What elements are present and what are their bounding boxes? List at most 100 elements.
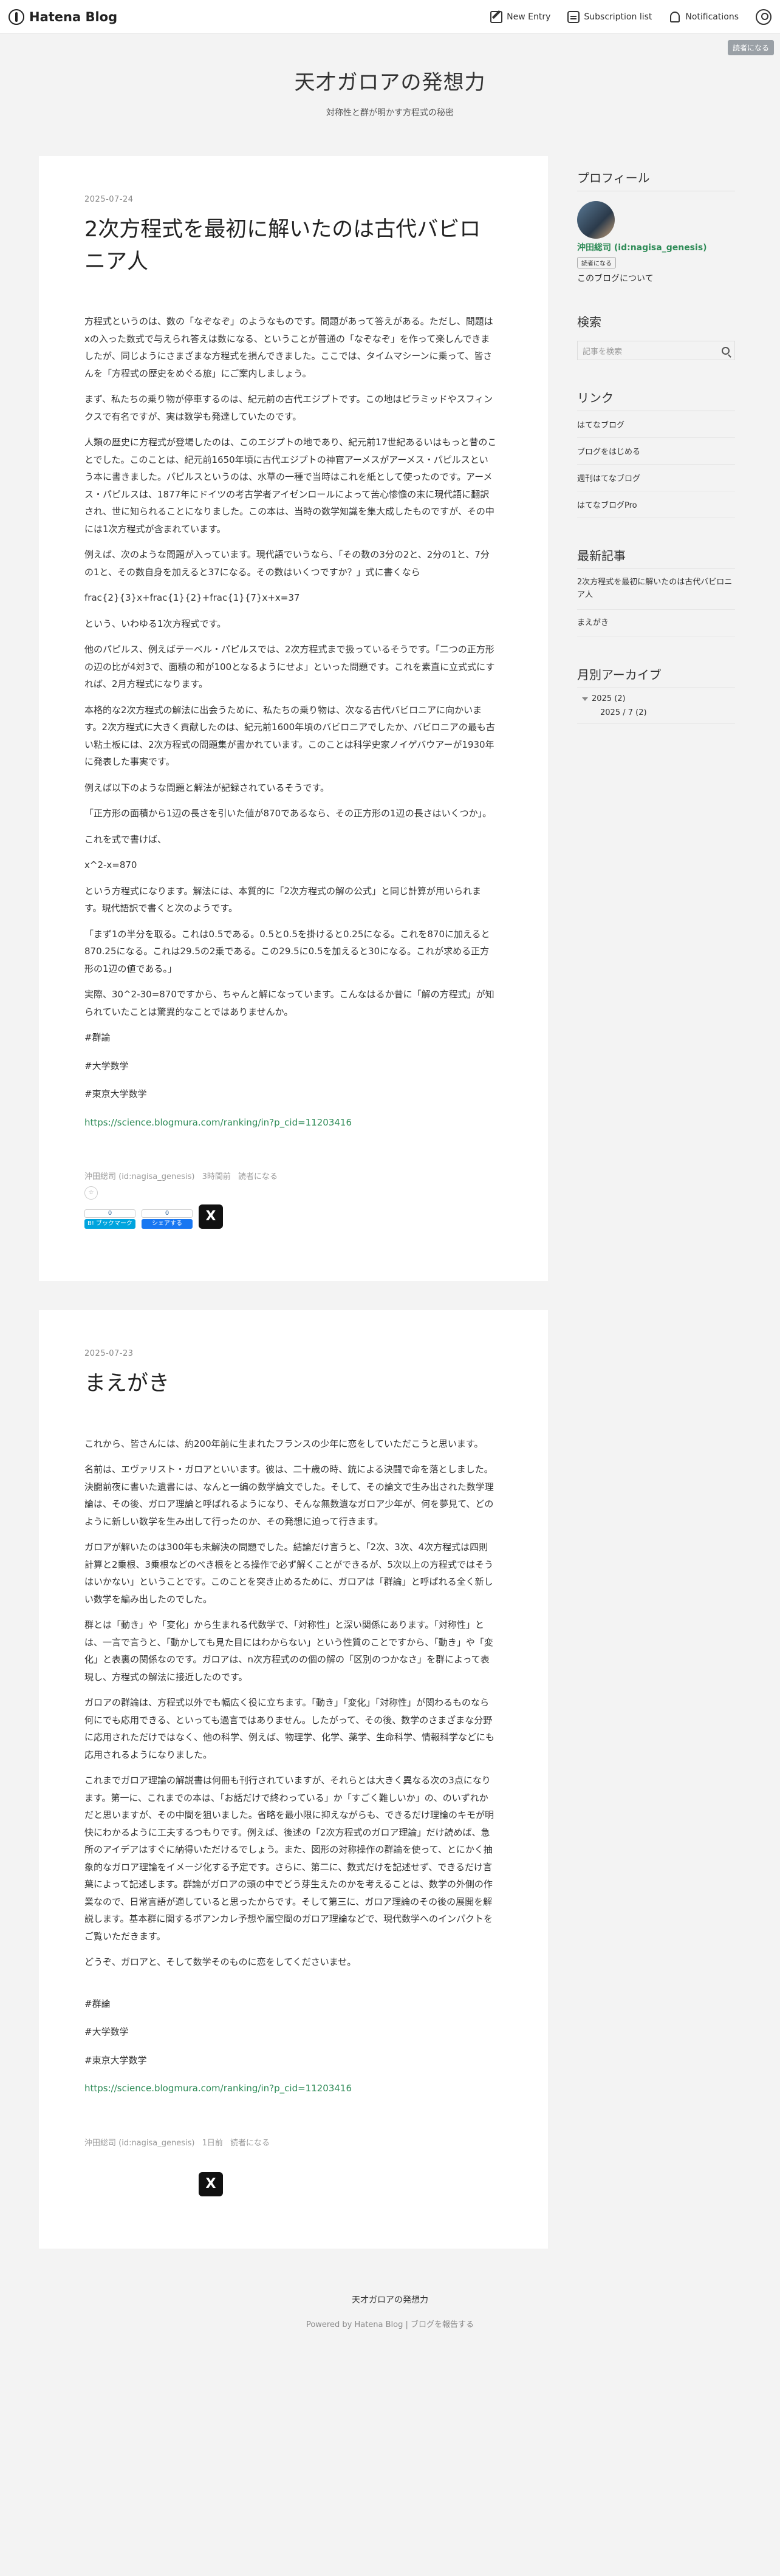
search-placeholder: 記事を検索 (583, 347, 623, 357)
link-item[interactable]: ブログをはじめる (577, 438, 735, 465)
recent-list: 2次方程式を最初に解いたのは古代バビロニア人 まえがき (577, 569, 735, 638)
bookmark-count: 0 (84, 1209, 135, 1218)
subscribe-badge[interactable]: 読者になる (727, 40, 774, 55)
sidebar: プロフィール 沖田総司 (id:nagisa_genesis) 読者になる この… (577, 156, 735, 752)
hashtag[interactable]: #群論 (84, 1995, 497, 2013)
entry-body: これから、皆さんには、約200年前に生まれたフランスの少年に恋をしていただこうと… (84, 1435, 497, 2097)
subscribe-link[interactable]: 読者になる (230, 2139, 270, 2148)
hashtag[interactable]: #大学数学 (84, 2023, 497, 2041)
paragraph: という方程式になります。解法には、本質的に「2次方程式の解の公式」と同じ計算が用… (84, 885, 482, 914)
time-ago[interactable]: 3時間前 (202, 1172, 231, 1181)
entry-meta: 沖田総司 (id:nagisa_genesis) 1日前 読者になる (84, 2136, 497, 2148)
new-entry-label: New Entry (507, 12, 551, 22)
paragraph: 例えば、次のような問題が入っています。現代語でいうなら、「その数の3分の2と、2… (84, 549, 490, 578)
ranking-link[interactable]: https://science.blogmura.com/ranking/in?… (84, 2083, 352, 2094)
entry-meta: 沖田総司 (id:nagisa_genesis) 3時間前 読者になる (84, 1170, 497, 1181)
avatar[interactable] (577, 201, 615, 239)
archive-module: 月別アーカイブ 2025 (2) 2025 / 7 (2) (577, 665, 735, 725)
paragraph: どうぞ、ガロアと、そして数学そのものに恋をしてくださいませ。 (84, 1956, 357, 1967)
hatena-blog-logo[interactable]: Hatena Blog (9, 9, 117, 25)
entry-title[interactable]: 2次方程式を最初に解いたのは古代バビロニア人 (84, 214, 497, 278)
bell-icon (670, 11, 680, 22)
logo-text: Hatena Blog (29, 9, 118, 24)
star-icon[interactable]: ☆ (84, 1186, 98, 1200)
main-column: 2025-07-24 2次方程式を最初に解いたのは古代バビロニア人 方程式という… (39, 156, 548, 2278)
time-ago[interactable]: 1日前 (202, 2139, 223, 2148)
recent-title: 最新記事 (577, 546, 735, 569)
paragraph: 群とは「動き」や「変化」から生まれる代数学で、「対称性」と深い関係にあります。「… (84, 1619, 493, 1683)
recent-entry-link[interactable]: まえがき (577, 610, 735, 638)
archive-year-label: 2025 (2) (592, 694, 626, 704)
paragraph: 方程式というのは、数の「なぞなぞ」のようなものです。問題があって答えがある。ただ… (84, 316, 493, 379)
blog-title[interactable]: 天才ガロアの発想力 (0, 66, 780, 95)
hashtag[interactable]: #群論 (84, 1029, 497, 1047)
author-link[interactable]: 沖田総司 (id:nagisa_genesis) (84, 2139, 194, 2148)
author-link[interactable]: 沖田総司 (id:nagisa_genesis) (84, 1172, 194, 1181)
notifications-label: Notifications (685, 12, 739, 22)
profile-module: プロフィール 沖田総司 (id:nagisa_genesis) 読者になる この… (577, 168, 735, 284)
search-input[interactable]: 記事を検索 (577, 341, 735, 360)
hashtag[interactable]: #東京大学数学 (84, 1085, 497, 1103)
user-menu-button[interactable] (756, 9, 771, 25)
search-icon[interactable] (722, 346, 730, 355)
paragraph: これから、皆さんには、約200年前に生まれたフランスの少年に恋をしていただこうと… (84, 1438, 484, 1449)
about-blog-link[interactable]: このブログについて (577, 272, 735, 284)
search-module: 検索 記事を検索 (577, 312, 735, 360)
entry-date[interactable]: 2025-07-23 (84, 1349, 497, 1358)
x-share-button[interactable]: X (199, 2171, 223, 2196)
user-icon (756, 9, 771, 25)
subscription-list-button[interactable]: Subscription list (567, 10, 652, 23)
entry-footer: 沖田総司 (id:nagisa_genesis) 1日前 読者になる X (84, 2136, 497, 2196)
facebook-count: 0 (142, 1209, 193, 1218)
formula: frac{2}{3}x+frac{1}{2}+frac{1}{7}x+x=37 (84, 592, 300, 603)
entry-article: 2025-07-23 まえがき これから、皆さんには、約200年前に生まれたフラ… (39, 1310, 548, 2249)
top-nav: New Entry Subscription list Notification… (490, 9, 771, 25)
hashtag[interactable]: #大学数学 (84, 1057, 497, 1075)
blog-description: 対称性と群が明かす方程式の秘密 (326, 108, 454, 118)
x-share-button[interactable]: X (199, 1204, 223, 1229)
paragraph: 実際、30^2-30=870ですから、ちゃんと解になっています。こんなはるか昔に… (84, 989, 494, 1017)
ranking-link[interactable]: https://science.blogmura.com/ranking/in?… (84, 1117, 352, 1128)
paragraph: という、いわゆる1次方程式です。 (84, 618, 227, 629)
link-item[interactable]: はてなブログPro (577, 491, 735, 518)
chevron-down-icon[interactable] (582, 697, 588, 702)
link-item[interactable]: 週刊はてなブログ (577, 465, 735, 491)
links-module: リンク はてなブログ ブログをはじめる 週刊はてなブログ はてなブログPro (577, 388, 735, 518)
subscribe-link[interactable]: 読者になる (238, 1172, 278, 1181)
paragraph: まず、私たちの乗り物が停車するのは、紀元前の古代エジプトです。この地はピラミッド… (84, 394, 493, 422)
new-entry-button[interactable]: New Entry (490, 10, 551, 23)
hatena-logo-icon (9, 9, 24, 25)
archive-title: 月別アーカイブ (577, 665, 735, 689)
hashtag[interactable]: #東京大学数学 (84, 2052, 497, 2069)
facebook-share[interactable]: 0 シェアする (142, 1209, 193, 1229)
share-buttons: X (84, 2171, 497, 2196)
recent-entry-link[interactable]: 2次方程式を最初に解いたのは古代バビロニア人 (577, 569, 735, 610)
profile-name-link[interactable]: 沖田総司 (id:nagisa_genesis) (577, 241, 735, 253)
paragraph: 本格的な2次方程式の解法に出会うために、私たちの乗り物は、次なる古代バビロニアに… (84, 704, 495, 768)
paragraph: 「まず1の半分を取る。これは0.5である。0.5と0.5を掛けると0.25になる… (84, 928, 490, 974)
entry-body: 方程式というのは、数の「なぞなぞ」のようなものです。問題があって答えがある。ただ… (84, 313, 497, 1131)
entry-title[interactable]: まえがき (84, 1368, 497, 1400)
paragraph: ガロアの群論は、方程式以外でも幅広く役に立ちます。「動き」「変化」「対称性」が関… (84, 1697, 495, 1760)
facebook-share-button[interactable]: シェアする (142, 1219, 193, 1229)
link-item[interactable]: はてなブログ (577, 411, 735, 438)
share-buttons: 0 B! ブックマーク 0 シェアする X (84, 1204, 497, 1229)
archive-year[interactable]: 2025 (2) (577, 688, 735, 703)
footer-blog-title[interactable]: 天才ガロアの発想力 (0, 2294, 780, 2306)
powered-by[interactable]: Powered by Hatena Blog | ブログを報告する (0, 2318, 780, 2329)
blog-header: 天才ガロアの発想力 対称性と群が明かす方程式の秘密 (0, 34, 780, 118)
paragraph: 例えば以下のような問題と解法が記録されているそうです。 (84, 782, 330, 793)
subscription-icon (567, 10, 580, 23)
paragraph: 他のパピルス、例えばテーベル・パピルスでは、2次方程式まで扱っているそうです。「… (84, 644, 495, 689)
subscription-list-label: Subscription list (584, 12, 652, 22)
archive-month[interactable]: 2025 / 7 (2) (577, 703, 735, 725)
follow-button[interactable]: 読者になる (577, 257, 616, 268)
footer: 天才ガロアの発想力 Powered by Hatena Blog | ブログを報… (0, 2278, 780, 2354)
formula: x^2-x=870 (84, 859, 137, 870)
hatena-bookmark-share[interactable]: 0 B! ブックマーク (84, 1209, 135, 1229)
notifications-button[interactable]: Notifications (669, 11, 739, 22)
entry-date[interactable]: 2025-07-24 (84, 195, 497, 204)
bookmark-button[interactable]: B! ブックマーク (84, 1219, 135, 1229)
entry-footer: 沖田総司 (id:nagisa_genesis) 3時間前 読者になる ☆ 0 … (84, 1170, 497, 1229)
entry-article: 2025-07-24 2次方程式を最初に解いたのは古代バビロニア人 方程式という… (39, 156, 548, 1281)
